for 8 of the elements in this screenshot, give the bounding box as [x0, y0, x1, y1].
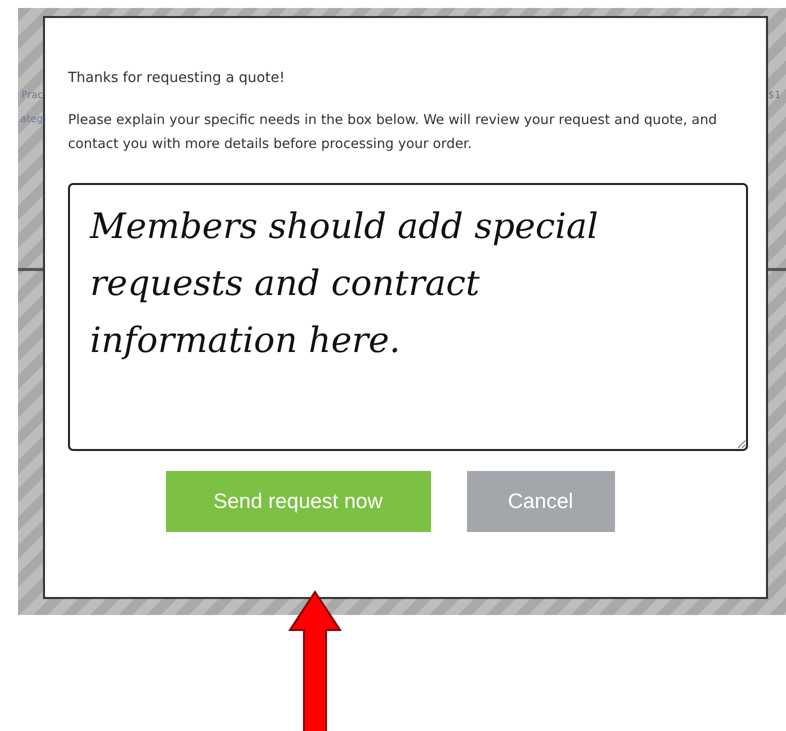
- background-text: ateg: [19, 113, 43, 127]
- request-field[interactable]: Members should add special requests and contract information here.: [68, 183, 748, 451]
- dialog-message: Please explain your specific needs in the box below. We will review your request and quote, and contact you with more details before processing your order.: [68, 111, 718, 154]
- background-text: $1: [768, 89, 782, 103]
- send-button[interactable]: Send request now: [166, 471, 430, 532]
- dialog-heading: Thanks for requesting a quote!: [68, 69, 286, 88]
- cancel-button[interactable]: Cancel: [466, 471, 614, 532]
- background-text: Prac: [20, 89, 43, 103]
